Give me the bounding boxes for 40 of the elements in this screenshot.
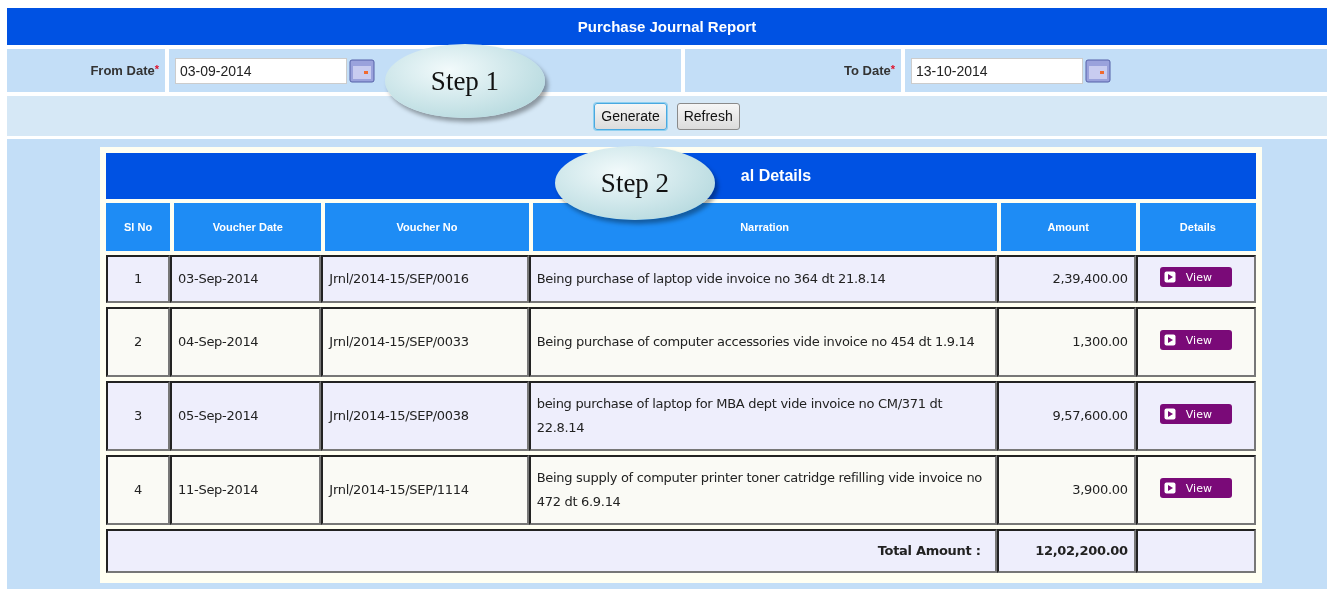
table-cell: 05-Sep-2014 — [170, 381, 322, 451]
play-icon — [1163, 482, 1176, 494]
table-cell: Being purchase of laptop vide invoice no 364 dt 21.8.14 — [528, 255, 997, 303]
table-cell: 3 — [106, 381, 171, 451]
table-cell: 4 — [106, 455, 171, 525]
table-cell: 11-Sep-2014 — [170, 455, 322, 525]
report-title: Purchase Journal Report — [7, 8, 1327, 46]
table-cell: 04-Sep-2014 — [170, 307, 322, 377]
date-field[interactable]: 03-09-2014 — [175, 57, 347, 84]
table-cell: 2,39,400.00 — [996, 255, 1136, 303]
calendar-icon[interactable] — [1085, 58, 1111, 83]
total-amount: 12,02,200.00 — [996, 529, 1136, 573]
play-icon — [1163, 271, 1176, 283]
generate-button[interactable]: Generate — [594, 102, 667, 130]
table-cell: Jrnl/2014-15/SEP/0016 — [321, 255, 529, 303]
table-cell: Jrnl/2014-15/SEP/0033 — [321, 307, 529, 377]
table-cell: 1,300.00 — [996, 307, 1136, 377]
column-header: Sl No — [106, 203, 171, 251]
calendar-icon[interactable] — [349, 58, 375, 83]
play-icon — [1163, 334, 1176, 346]
table-cell: Being supply of computer printer toner catridge refilling vide invoice no 472 dt 6.9.14 — [528, 455, 997, 525]
table-cell: Jrnl/2014-15/SEP/0038 — [321, 381, 529, 451]
view-button[interactable]: View — [1159, 330, 1232, 350]
table-cell: 9,57,600.00 — [996, 381, 1136, 451]
view-button[interactable]: View — [1159, 404, 1232, 424]
table-cell: 2 — [106, 307, 171, 377]
table-cell: 3,900.00 — [996, 455, 1136, 525]
field-label: To Date* — [844, 63, 895, 79]
view-button[interactable]: View — [1159, 267, 1232, 287]
view-button[interactable]: View — [1159, 478, 1232, 498]
total-label: Total Amount : — [106, 529, 997, 573]
table-cell: Jrnl/2014-15/SEP/1114 — [321, 455, 529, 525]
play-icon — [1163, 408, 1176, 420]
field-label: From Date* — [90, 63, 159, 79]
refresh-button[interactable]: Refresh — [676, 102, 740, 130]
table-cell: 03-Sep-2014 — [170, 255, 322, 303]
table-cell: Being purchase of computer accessories vide invoice no 454 dt 1.9.14 — [528, 307, 997, 377]
date-field[interactable]: 13-10-2014 — [911, 57, 1083, 84]
table-cell: 1 — [106, 255, 171, 303]
table-cell: being purchase of laptop for MBA dept vide invoice no CM/371 dt 22.8.14 — [528, 381, 997, 451]
